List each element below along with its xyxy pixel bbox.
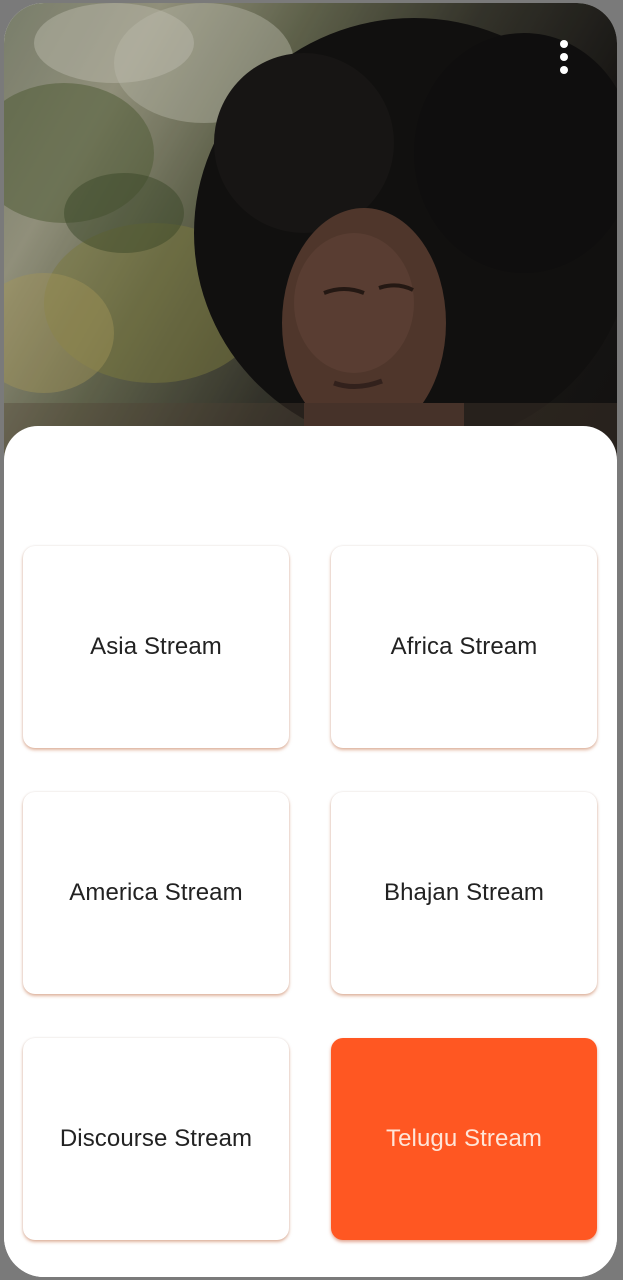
discourse-stream-button[interactable]: Discourse Stream (23, 1038, 289, 1240)
stream-label: Africa Stream (390, 633, 538, 660)
africa-stream-button[interactable]: Africa Stream (331, 546, 597, 748)
stream-label: Bhajan Stream (383, 879, 545, 906)
stream-sheet: Asia Stream Africa Stream America Stream… (4, 426, 617, 1277)
stream-label: Asia Stream (90, 633, 222, 660)
bhajan-stream-button[interactable]: Bhajan Stream (331, 792, 597, 994)
stream-label: America Stream (69, 879, 243, 906)
menu-dot (560, 66, 568, 74)
menu-dot (560, 53, 568, 61)
app-screen: Asia Stream Africa Stream America Stream… (4, 3, 617, 1277)
menu-dot (560, 40, 568, 48)
asia-stream-button[interactable]: Asia Stream (23, 546, 289, 748)
device-frame: Asia Stream Africa Stream America Stream… (0, 0, 623, 1280)
more-vert-icon[interactable] (550, 35, 578, 79)
telugu-stream-button[interactable]: Telugu Stream (331, 1038, 597, 1240)
stream-label: Telugu Stream (385, 1125, 543, 1152)
hero-dim-overlay (4, 3, 617, 463)
hero-image (4, 3, 617, 463)
stream-label: Discourse Stream (59, 1125, 253, 1152)
america-stream-button[interactable]: America Stream (23, 792, 289, 994)
